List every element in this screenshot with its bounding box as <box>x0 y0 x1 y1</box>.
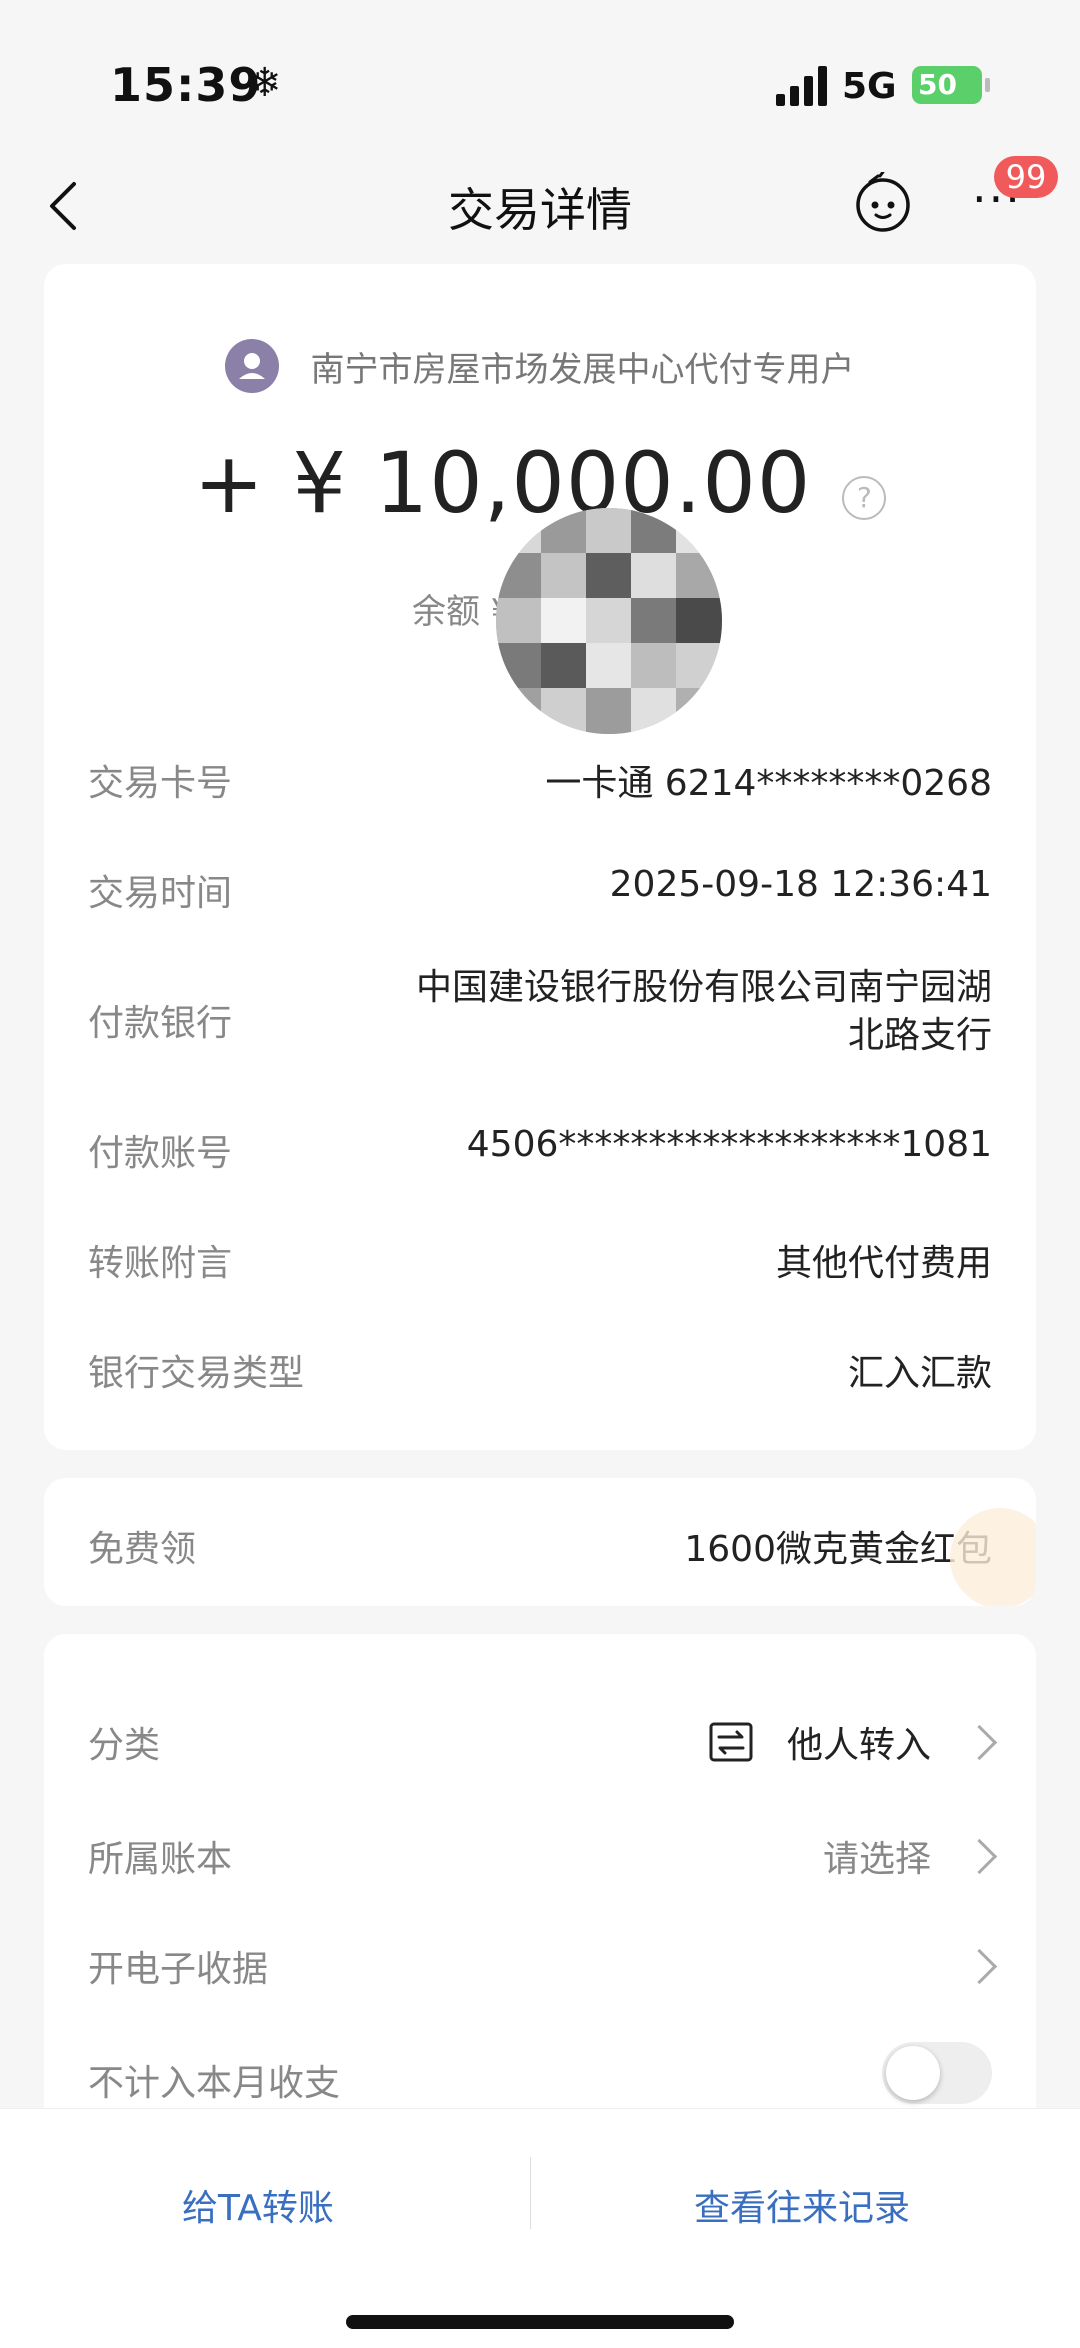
snowflake-icon: ❄ <box>248 60 282 106</box>
gold-coin-icon <box>950 1508 1036 1606</box>
divider <box>530 2157 531 2229</box>
gold-label: 免费领 <box>88 1529 197 1570</box>
exclude-toggle[interactable] <box>882 2042 992 2104</box>
detail-label: 交易时间 <box>88 873 233 914</box>
detail-label: 银行交易类型 <box>88 1353 305 1394</box>
battery-tip <box>985 78 990 92</box>
battery-icon: 50 <box>912 66 982 104</box>
receipt-label: 开电子收据 <box>88 1949 269 1990</box>
notification-badge: 99 <box>994 156 1058 198</box>
person-icon <box>239 353 266 379</box>
page-title: 交易详情 <box>448 183 632 237</box>
toggle-knob <box>886 2046 940 2100</box>
signal-icon <box>776 66 827 106</box>
detail-label: 转账附言 <box>88 1243 233 1284</box>
receipt-value-group <box>961 1940 998 1992</box>
payer-row: 南宁市房屋市场发展中心代付专用户 <box>44 339 1036 399</box>
status-bar: 15:39 ❄ 5G 50 <box>0 0 1080 140</box>
help-icon[interactable]: ? <box>842 475 887 520</box>
ledger-label: 所属账本 <box>88 1839 233 1880</box>
battery-level: 50 <box>918 68 957 101</box>
detail-value: 2025-09-18 12:36:41 <box>609 864 992 905</box>
history-button[interactable]: 查看往来记录 <box>694 2179 910 2231</box>
assistant-icon[interactable] <box>852 172 914 234</box>
home-indicator[interactable] <box>346 2315 734 2329</box>
category-label: 分类 <box>88 1725 161 1766</box>
nav-bar: 交易详情 ··· 99 <box>0 150 1080 260</box>
transfer-button[interactable]: 给TA转账 <box>182 2179 334 2231</box>
detail-value: 中国建设银行股份有限公司南宁园湖 北路支行 <box>415 967 992 1056</box>
network-type: 5G <box>842 66 897 107</box>
ledger-value: 请选择 <box>822 1839 931 1880</box>
transfer-category-icon <box>709 1722 753 1762</box>
payer-name: 南宁市房屋市场发展中心代付专用户 <box>310 349 855 390</box>
detail-label: 付款账号 <box>88 1133 233 1174</box>
transaction-card: 南宁市房屋市场发展中心代付专用户 + ¥ 10,000.00 ? 余额 ¥ 交易… <box>44 264 1036 1450</box>
detail-value: 其他代付费用 <box>775 1243 992 1284</box>
avatar <box>225 339 280 393</box>
amount: + ¥ 10,000.00 <box>193 434 812 532</box>
category-row[interactable]: 分类 他人转入 <box>88 1716 998 1776</box>
chevron-right-icon <box>961 1724 998 1760</box>
detail-label: 交易卡号 <box>88 763 233 804</box>
amount-row: + ¥ 10,000.00 ? <box>44 434 1036 532</box>
bottom-action-bar: 给TA转账 查看往来记录 <box>0 2108 1080 2348</box>
detail-value: 汇入汇款 <box>847 1353 992 1394</box>
privacy-mosaic <box>496 508 722 734</box>
exclude-label: 不计入本月收支 <box>88 2063 341 2104</box>
transaction-detail-screen: 15:39 ❄ 5G 50 交易详情 ··· 99 南宁市房屋市场发展中心代付专… <box>0 0 1080 2348</box>
status-time: 15:39 <box>110 58 262 112</box>
gold-value: 1600微克黄金红包 <box>684 1529 992 1570</box>
exclude-row: 不计入本月收支 <box>88 2042 992 2114</box>
ledger-value-group: 请选择 <box>822 1830 998 1882</box>
category-value: 他人转入 <box>786 1725 931 1766</box>
detail-value: 4506*******************1081 <box>466 1124 992 1165</box>
detail-label: 付款银行 <box>88 1003 233 1044</box>
chevron-right-icon <box>961 1948 998 1984</box>
detail-value: 一卡通 6214********0268 <box>545 763 992 804</box>
gold-promo-card[interactable]: 免费领 1600微克黄金红包 <box>44 1478 1036 1606</box>
ledger-row[interactable]: 所属账本 请选择 <box>88 1830 998 1890</box>
chevron-right-icon <box>961 1838 998 1874</box>
category-value-group: 他人转入 <box>709 1716 998 1768</box>
receipt-row[interactable]: 开电子收据 <box>88 1940 998 2000</box>
